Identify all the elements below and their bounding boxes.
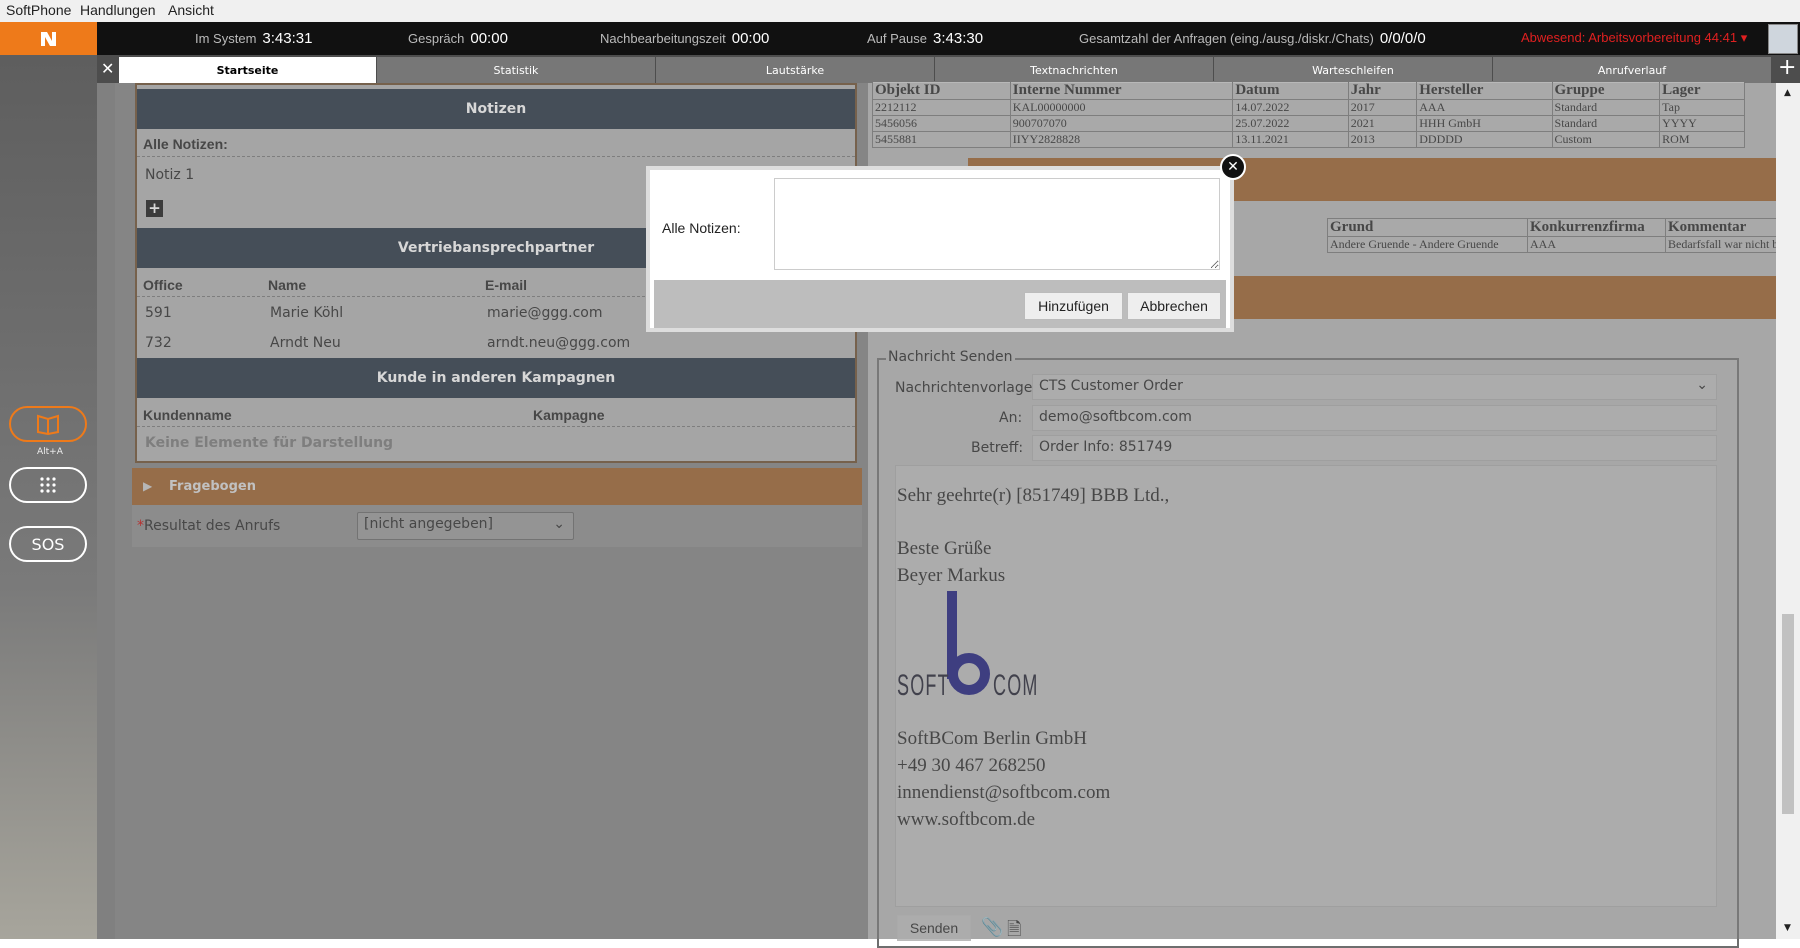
status-bar: Im System 3:43:31 Gespräch 00:00 Nachbearb…	[0, 22, 1800, 55]
cancel-button[interactable]: Abbrechen	[1127, 292, 1221, 320]
anfragen-value: 0/0/0/0	[1380, 30, 1426, 47]
app-logo	[0, 22, 97, 55]
sos-button[interactable]: SOS	[9, 526, 87, 562]
im-system-value: 3:43:31	[262, 30, 312, 47]
pause-stat: Auf Pause 3:43:30	[867, 30, 983, 47]
nachbearbeitung-value: 00:00	[732, 30, 770, 47]
nachbearbeitung-stat: Nachbearbeitungszeit 00:00	[600, 30, 769, 47]
menu-ansicht[interactable]: Ansicht	[168, 2, 214, 18]
menu-handlungen[interactable]: Handlungen	[80, 2, 156, 18]
menu-softphone[interactable]: SoftPhone	[6, 2, 71, 18]
gespraech-label: Gespräch	[408, 31, 464, 46]
nachbearbeitung-label: Nachbearbeitungszeit	[600, 31, 726, 46]
add-label: Hinzufügen	[1038, 298, 1109, 314]
pause-label: Auf Pause	[867, 31, 927, 46]
cancel-label: Abbrechen	[1140, 298, 1208, 314]
im-system-label: Im System	[195, 31, 256, 46]
avatar[interactable]	[1768, 24, 1798, 54]
tab-lautstaerke[interactable]: Lautstärke	[656, 57, 935, 83]
anfragen-label: Gesamtzahl der Anfragen (eing./ausg./dis…	[1079, 31, 1374, 46]
tab-anrufverlauf[interactable]: Anrufverlauf	[1493, 57, 1772, 83]
dialog-notes-label: Alle Notizen:	[662, 220, 741, 236]
scrollbar[interactable]: ▲ ▼	[1776, 83, 1800, 939]
sidebar: Alt+A SOS	[0, 55, 97, 939]
scroll-up-icon[interactable]: ▲	[1784, 88, 1791, 98]
gespraech-stat: Gespräch 00:00	[408, 30, 508, 47]
menu-bar: SoftPhone Handlungen Ansicht	[0, 0, 1800, 22]
tab-bar: ✕ Startseite Statistik Lautstärke Textna…	[97, 55, 1800, 83]
gespraech-value: 00:00	[470, 30, 508, 47]
away-status-text: Abwesend: Arbeitsvorbereitung 44:41	[1521, 30, 1737, 45]
scroll-thumb[interactable]	[1782, 614, 1794, 814]
tab-statistik[interactable]: Statistik	[377, 57, 656, 83]
book-icon	[35, 413, 61, 435]
add-tab-icon[interactable]: +	[1778, 55, 1796, 80]
close-tab-icon[interactable]: ✕	[101, 59, 114, 78]
caret-down-icon: ▾	[1741, 30, 1748, 45]
tab-textnachrichten[interactable]: Textnachrichten	[935, 57, 1214, 83]
add-note-dialog: Alle Notizen: Hinzufügen Abbrechen ✕	[646, 166, 1234, 332]
dialog-notes-textarea[interactable]	[774, 178, 1220, 270]
scroll-down-icon[interactable]: ▼	[1784, 923, 1791, 933]
tab-warteschleifen[interactable]: Warteschleifen	[1214, 57, 1493, 83]
add-button[interactable]: Hinzufügen	[1024, 292, 1123, 320]
sos-label: SOS	[32, 535, 65, 554]
anfragen-stat: Gesamtzahl der Anfragen (eing./ausg./dis…	[1079, 30, 1426, 47]
n-logo-icon	[0, 22, 97, 55]
im-system-stat: Im System 3:43:31	[195, 30, 312, 47]
tab-startseite[interactable]: Startseite	[119, 57, 377, 83]
book-button[interactable]	[9, 406, 87, 442]
dialpad-icon	[38, 475, 58, 495]
close-dialog-icon[interactable]: ✕	[1220, 154, 1246, 180]
dialpad-button[interactable]	[9, 467, 87, 503]
status-dropdown[interactable]: Abwesend: Arbeitsvorbereitung 44:41 ▾	[1521, 30, 1747, 46]
pause-value: 3:43:30	[933, 30, 983, 47]
hotkey-label: Alt+A	[37, 447, 63, 457]
